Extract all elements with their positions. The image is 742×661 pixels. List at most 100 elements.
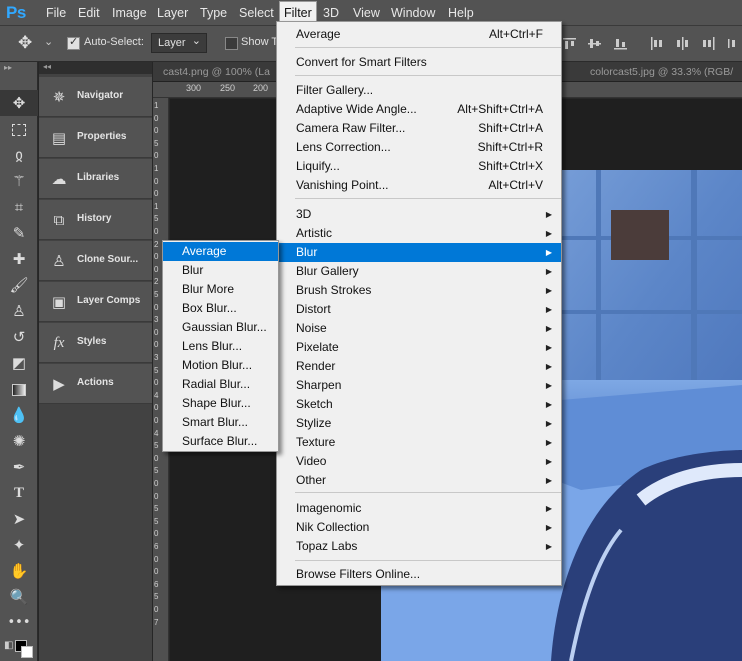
filter-menu-item-stylize[interactable]: Stylize ▶ [277,414,561,433]
shape-tool-icon[interactable]: ✦ [0,532,38,558]
panels-expand-icon[interactable]: ◂◂ [43,62,51,71]
blur-tool-icon[interactable]: 💧 [0,402,38,428]
menu-type[interactable]: Type [200,0,227,26]
filter-menu-item-imagenomic[interactable]: Imagenomic ▶ [277,499,561,518]
filter-menu-item-sketch[interactable]: Sketch ▶ [277,395,561,414]
blur-menu-item-blur-more[interactable]: Blur More [163,280,278,299]
panel-actions[interactable]: ▶ Actions [39,364,152,404]
document-tab-colorcast5[interactable]: colorcast5.jpg @ 33.3% (RGB/ [590,62,733,82]
more-tools-icon[interactable]: ••• [0,610,38,636]
history-brush-tool-icon[interactable]: ↺ [0,324,38,350]
tool-preset-chevron-icon[interactable]: ⌄ [44,35,53,48]
path-selection-tool-icon[interactable]: ➤ [0,506,38,532]
background-color-swatch[interactable] [21,646,33,658]
panel-libraries[interactable]: ☁ Libraries [39,159,152,199]
align-bottom-icon[interactable] [614,37,627,50]
panel-clone-source[interactable]: ♙ Clone Sour... [39,241,152,281]
filter-menu-item-distort[interactable]: Distort ▶ [277,300,561,319]
menu-image[interactable]: Image [112,0,147,26]
filter-menu-item-noise[interactable]: Noise ▶ [277,319,561,338]
filter-menu-item-convert-for-smart-filters[interactable]: Convert for Smart Filters [277,53,561,72]
blur-menu-item-surface-blur[interactable]: Surface Blur... [163,432,278,451]
submenu-arrow-icon: ▶ [545,229,552,238]
menu-separator [295,198,561,199]
gradient-tool-icon[interactable] [0,376,38,402]
show-transform-checkbox[interactable] [225,37,238,50]
filter-menu-item-other[interactable]: Other ▶ [277,471,561,490]
clone-stamp-tool-icon[interactable]: ♙ [0,298,38,324]
filter-menu-item-artistic[interactable]: Artistic ▶ [277,224,561,243]
filter-menu-item-adaptive-wide-angle[interactable]: Adaptive Wide Angle... Alt+Shift+Ctrl+A [277,100,561,119]
sponge-tool-icon[interactable]: ✺ [0,428,38,454]
ruler-tick-label: 5 [154,138,159,148]
type-tool-icon[interactable]: T [0,480,38,506]
distribute-left-icon[interactable] [650,37,663,50]
filter-menu-item-texture[interactable]: Texture ▶ [277,433,561,452]
filter-menu-item-average[interactable]: Average Alt+Ctrl+F [277,25,561,44]
ruler-tick-label: 6 [154,579,159,589]
filter-menu-item-brush-strokes[interactable]: Brush Strokes ▶ [277,281,561,300]
pen-tool-icon[interactable]: ✒ [0,454,38,480]
blur-menu-item-blur[interactable]: Blur [163,261,278,280]
blur-menu-item-motion-blur[interactable]: Motion Blur... [163,356,278,375]
panel-history[interactable]: ⧉ History [39,200,152,240]
marquee-tool-icon[interactable] [0,116,38,142]
menu-select[interactable]: Select [239,0,274,26]
filter-menu-item-camera-raw-filter[interactable]: Camera Raw Filter... Shift+Ctrl+A [277,119,561,138]
default-colors-icon[interactable]: ◧ [4,640,13,651]
tools-collapse-icon[interactable]: ▸▸ [4,63,12,72]
panel-layer-comps[interactable]: ▣ Layer Comps [39,282,152,322]
move-tool-icon[interactable]: ✥ [0,90,38,116]
distribute-center-icon[interactable] [676,37,689,50]
blur-menu-item-smart-blur[interactable]: Smart Blur... [163,413,278,432]
menu-edit[interactable]: Edit [78,0,100,26]
ruler-tick-label: 250 [220,83,236,93]
panel-navigator[interactable]: ✵ Navigator [39,77,152,117]
filter-menu-item-filter-gallery[interactable]: Filter Gallery... [277,81,561,100]
blur-menu-item-lens-blur[interactable]: Lens Blur... [163,337,278,356]
blur-menu-item-box-blur[interactable]: Box Blur... [163,299,278,318]
crop-tool-icon[interactable]: ⌗ [0,194,38,220]
filter-menu-item-topaz-labs[interactable]: Topaz Labs ▶ [277,537,561,556]
filter-menu-item-3d[interactable]: 3D ▶ [277,205,561,224]
filter-menu-item-sharpen[interactable]: Sharpen ▶ [277,376,561,395]
filter-menu-item-liquify[interactable]: Liquify... Shift+Ctrl+X [277,157,561,176]
brush-tool-icon[interactable]: 🖌 [0,272,38,298]
lasso-tool-icon[interactable]: ჲ [0,142,38,168]
healing-brush-tool-icon[interactable]: ✚ [0,246,38,272]
filter-menu-item-render[interactable]: Render ▶ [277,357,561,376]
menu-item-label: 3D [296,207,312,221]
zoom-tool-icon[interactable]: 🔍 [0,584,38,610]
menu-layer[interactable]: Layer [157,0,188,26]
submenu-arrow-icon: ▶ [545,476,552,485]
filter-menu-item-pixelate[interactable]: Pixelate ▶ [277,338,561,357]
auto-select-target-dropdown[interactable]: Layer [151,32,207,53]
menu-item-label: Adaptive Wide Angle... [296,102,417,116]
eyedropper-tool-icon[interactable]: ✎ [0,220,38,246]
panel-properties[interactable]: ▤ Properties [39,118,152,158]
filter-menu-item-browse-filters-online[interactable]: Browse Filters Online... [277,565,561,584]
document-tab-cast4[interactable]: cast4.png @ 100% (La [163,62,270,82]
menu-file[interactable]: File [46,0,66,26]
distribute-right-icon[interactable] [702,37,715,50]
filter-menu-item-blur-gallery[interactable]: Blur Gallery ▶ [277,262,561,281]
auto-select-checkbox[interactable] [67,35,80,50]
move-tool-icon[interactable]: ✥ [18,33,32,53]
eraser-tool-icon[interactable]: ◩ [0,350,38,376]
filter-menu-item-blur[interactable]: Blur ▶ [277,243,561,262]
filter-menu-item-lens-correction[interactable]: Lens Correction... Shift+Ctrl+R [277,138,561,157]
align-vertical-center-icon[interactable] [588,37,601,50]
distribute-horizontal-icon[interactable] [728,37,741,50]
hand-tool-icon[interactable]: ✋ [0,558,38,584]
blur-menu-item-gaussian-blur[interactable]: Gaussian Blur... [163,318,278,337]
filter-menu-item-vanishing-point[interactable]: Vanishing Point... Alt+Ctrl+V [277,176,561,195]
panel-styles[interactable]: fx Styles [39,323,152,363]
filter-menu-item-video[interactable]: Video ▶ [277,452,561,471]
ruler-tick-label: 1 [154,201,159,211]
magic-wand-tool-icon[interactable]: ⚚ [0,168,38,194]
blur-menu-item-shape-blur[interactable]: Shape Blur... [163,394,278,413]
filter-menu-item-nik-collection[interactable]: Nik Collection ▶ [277,518,561,537]
align-top-icon[interactable] [563,37,576,50]
blur-menu-item-average[interactable]: Average [163,242,278,261]
blur-menu-item-radial-blur[interactable]: Radial Blur... [163,375,278,394]
